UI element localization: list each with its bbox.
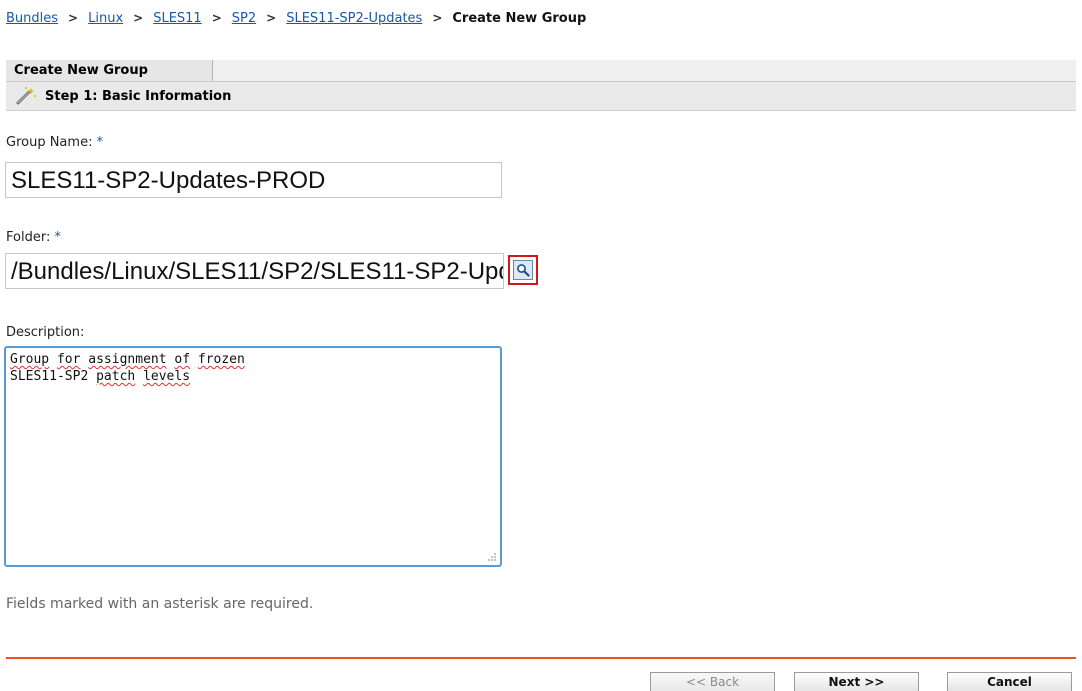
- breadcrumb-separator: >: [432, 11, 443, 25]
- breadcrumb-link-linux[interactable]: Linux: [88, 11, 123, 26]
- search-icon: [513, 260, 533, 280]
- description-word: for: [56, 352, 81, 367]
- footer-divider: [6, 657, 1076, 659]
- required-asterisk: *: [54, 230, 61, 245]
- cancel-button[interactable]: Cancel: [947, 672, 1072, 691]
- required-asterisk: *: [96, 135, 104, 150]
- panel-tab-bar: Create New Group: [6, 60, 1076, 82]
- description-word: Group: [10, 352, 50, 367]
- breadcrumb-link-sp2[interactable]: SP2: [232, 11, 256, 26]
- description-label: Description:: [6, 325, 85, 340]
- group-name-label: Group Name: *: [6, 135, 103, 150]
- step-header: Step 1: Basic Information: [6, 82, 1076, 111]
- folder-label: Folder: *: [6, 230, 61, 245]
- back-button[interactable]: << Back: [650, 672, 775, 691]
- breadcrumb-link-sles11[interactable]: SLES11: [153, 11, 202, 26]
- group-name-label-text: Group Name:: [6, 135, 93, 150]
- required-fields-note: Fields marked with an asterisk are requi…: [6, 596, 314, 612]
- breadcrumb-separator: >: [133, 11, 144, 25]
- folder-input[interactable]: /Bundles/Linux/SLES11/SP2/SLES11-SP2-Upd…: [5, 253, 504, 289]
- tab-create-new-group: Create New Group: [6, 60, 213, 81]
- breadcrumb-link-sles11-sp2-updates[interactable]: SLES11-SP2-Updates: [286, 11, 422, 26]
- description-word: levels: [143, 369, 191, 384]
- description-line: SLES11-SP2 patch levels: [10, 368, 496, 385]
- folder-label-text: Folder:: [6, 230, 51, 245]
- description-word: patch: [96, 369, 136, 384]
- description-textarea[interactable]: Group for assignment of frozen SLES11-SP…: [4, 346, 502, 567]
- description-word: frozen: [197, 352, 245, 367]
- breadcrumb-link-bundles[interactable]: Bundles: [6, 11, 58, 26]
- breadcrumb-separator: >: [266, 11, 277, 25]
- description-word: assignment: [88, 352, 167, 367]
- wand-icon: [16, 87, 36, 105]
- resize-grip-icon[interactable]: [485, 550, 497, 562]
- description-word: of: [174, 352, 191, 367]
- group-name-input[interactable]: SLES11-SP2-Updates-PROD: [5, 162, 502, 198]
- description-word: SLES11-SP2: [10, 369, 89, 384]
- breadcrumb: Bundles > Linux > SLES11 > SP2 > SLES11-…: [6, 8, 586, 28]
- description-line: Group for assignment of frozen: [10, 351, 496, 368]
- breadcrumb-separator: >: [211, 11, 222, 25]
- next-button[interactable]: Next >>: [794, 672, 919, 691]
- step-title: Step 1: Basic Information: [45, 88, 232, 104]
- breadcrumb-current: Create New Group: [452, 10, 587, 26]
- breadcrumb-separator: >: [68, 11, 79, 25]
- browse-folder-button[interactable]: [508, 255, 538, 285]
